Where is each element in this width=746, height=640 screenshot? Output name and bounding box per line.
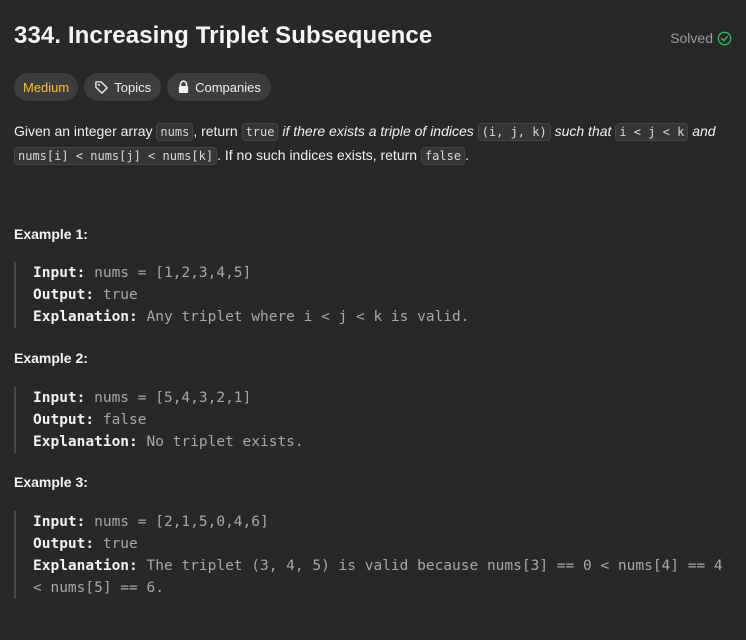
example-explanation-value: Any triplet where i < j < k is valid. bbox=[137, 309, 470, 325]
example-2-title: Example 2: bbox=[14, 350, 88, 366]
companies-label: Companies bbox=[195, 79, 261, 95]
example-explanation-value: No triplet exists. bbox=[137, 434, 304, 450]
topics-button[interactable]: Topics bbox=[84, 73, 162, 101]
inline-code: (i, j, k) bbox=[477, 123, 551, 141]
title-row: 334. Increasing Triplet Subsequence Solv… bbox=[14, 22, 734, 58]
example-output-line: Output: false bbox=[33, 409, 730, 431]
example-output-value: true bbox=[94, 287, 138, 303]
inline-code: true bbox=[241, 123, 279, 141]
example-explanation-line: Explanation: The triplet (3, 4, 5) is va… bbox=[33, 555, 730, 599]
example-input-line: Input: nums = [5,4,3,2,1] bbox=[33, 387, 730, 409]
example-1-block: Input: nums = [1,2,3,4,5] Output: true E… bbox=[14, 262, 730, 328]
example-input-value: nums = [1,2,3,4,5] bbox=[85, 265, 252, 281]
difficulty-label: Medium bbox=[23, 79, 70, 95]
check-circle-icon bbox=[717, 31, 732, 46]
explanation-label: Explanation: bbox=[33, 309, 138, 325]
statement-text: Given an integer array bbox=[14, 123, 157, 139]
topics-label: Topics bbox=[114, 79, 152, 95]
statement-italic: such that bbox=[554, 123, 612, 139]
statement-text: , return bbox=[193, 123, 242, 139]
example-2-block: Input: nums = [5,4,3,2,1] Output: false … bbox=[14, 387, 730, 453]
output-label: Output: bbox=[33, 412, 95, 428]
example-output-line: Output: true bbox=[33, 533, 730, 555]
example-input-line: Input: nums = [2,1,5,0,4,6] bbox=[33, 511, 730, 533]
solved-label: Solved bbox=[670, 30, 713, 46]
example-input-value: nums = [2,1,5,0,4,6] bbox=[85, 514, 269, 530]
example-3-block: Input: nums = [2,1,5,0,4,6] Output: true… bbox=[14, 511, 730, 599]
explanation-label: Explanation: bbox=[33, 434, 138, 450]
statement-italic: and bbox=[692, 123, 716, 139]
example-explanation-value: The triplet (3, 4, 5) is valid because n… bbox=[33, 558, 732, 596]
input-label: Input: bbox=[33, 514, 86, 530]
statement-text: . If no such indices exists, return bbox=[217, 147, 421, 163]
difficulty-badge[interactable]: Medium bbox=[14, 73, 79, 101]
inline-code: i < j < k bbox=[615, 123, 689, 141]
example-1-title: Example 1: bbox=[14, 226, 88, 242]
output-label: Output: bbox=[33, 287, 95, 303]
inline-code: nums[i] < nums[j] < nums[k] bbox=[14, 147, 218, 165]
inline-code: nums bbox=[156, 123, 194, 141]
example-explanation-line: Explanation: No triplet exists. bbox=[33, 431, 730, 453]
inline-code: false bbox=[420, 147, 466, 165]
statement-text: . bbox=[465, 147, 469, 163]
input-label: Input: bbox=[33, 390, 86, 406]
problem-statement: Given an integer array nums, return true… bbox=[14, 120, 730, 168]
explanation-label: Explanation: bbox=[33, 558, 138, 574]
output-label: Output: bbox=[33, 536, 95, 552]
example-explanation-line: Explanation: Any triplet where i < j < k… bbox=[33, 306, 730, 328]
statement-italic: if there exists a triple of indices bbox=[282, 123, 474, 139]
input-label: Input: bbox=[33, 265, 86, 281]
example-output-value: false bbox=[94, 412, 147, 428]
example-output-value: true bbox=[94, 536, 138, 552]
problem-title: 334. Increasing Triplet Subsequence bbox=[14, 22, 433, 49]
example-3-title: Example 3: bbox=[14, 474, 88, 490]
tag-row: Medium Topics Companies bbox=[14, 73, 271, 101]
tag-icon bbox=[94, 80, 109, 95]
example-input-value: nums = [5,4,3,2,1] bbox=[85, 390, 252, 406]
companies-button[interactable]: Companies bbox=[167, 73, 271, 101]
example-input-line: Input: nums = [1,2,3,4,5] bbox=[33, 262, 730, 284]
lock-icon bbox=[177, 80, 190, 94]
solved-status: Solved bbox=[670, 30, 732, 46]
example-output-line: Output: true bbox=[33, 284, 730, 306]
